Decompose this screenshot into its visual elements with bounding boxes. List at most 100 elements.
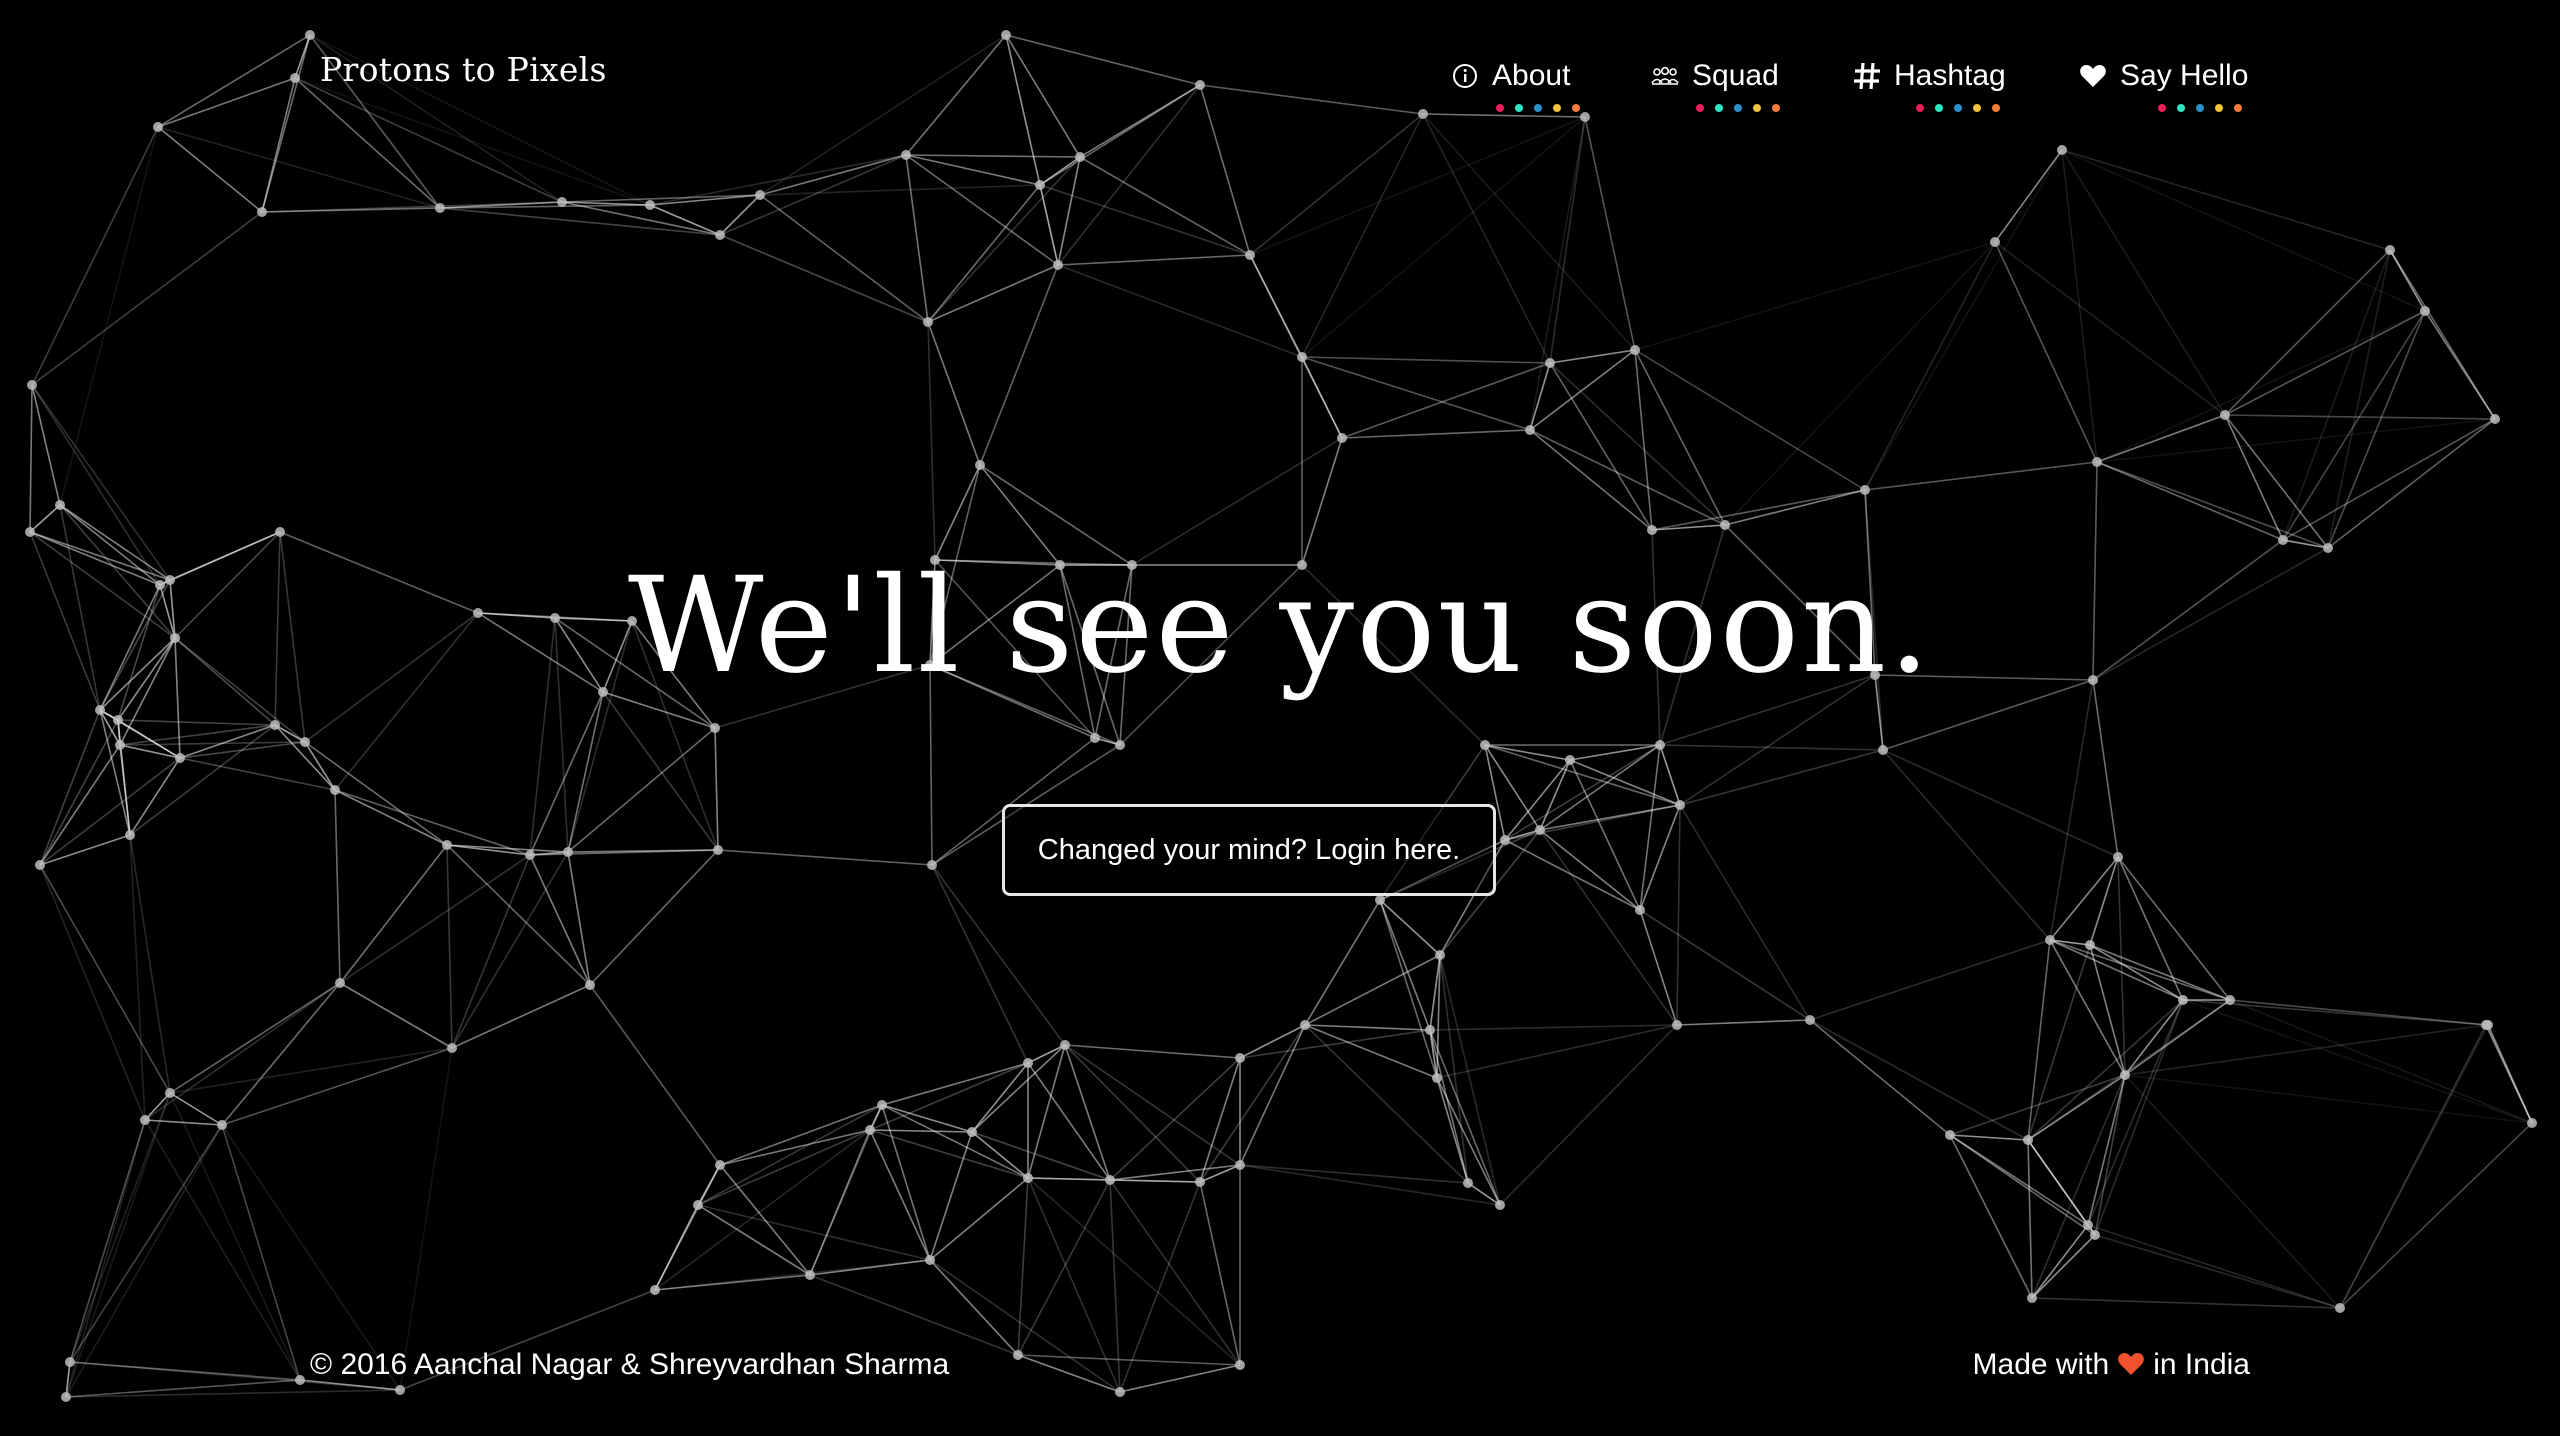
login-button[interactable]: Changed your mind? Login here. [1002,804,1496,896]
network-line [1882,749,2051,941]
network-line [1864,461,2098,491]
network-line [1549,349,1636,364]
network-line [65,1119,146,1398]
network-line [334,789,531,856]
network-line [2096,461,2329,549]
network-node [153,122,163,132]
nav-item-about[interactable]: About [1450,54,1580,124]
network-line [809,1274,1019,1356]
network-line [157,126,441,209]
network-line [869,1129,931,1261]
network-line [1679,804,1811,1021]
network-node [27,380,37,390]
network-line [881,1104,1029,1179]
network-line [2094,1234,2341,1309]
network-node [2323,543,2333,553]
network-line [2339,1122,2533,1309]
network-line [2027,939,2051,1141]
network-line [1249,116,1586,256]
network-node [61,1392,71,1402]
dot [1715,104,1723,112]
dot [2215,104,2223,112]
network-line [1949,1134,2029,1141]
dot [2234,104,2242,112]
network-line [399,1047,453,1391]
network-line [719,1164,811,1276]
network-node [305,30,315,40]
network-line [881,1062,1029,1106]
network-line [2027,944,2091,1141]
network-node [435,203,445,213]
brand-logo-text[interactable]: Protons to Pixels [320,50,607,89]
network-line [1429,1029,1469,1184]
network-line [2094,999,2184,1236]
network-line [1724,489,1866,526]
network-line [294,77,563,203]
network-line [927,321,981,466]
network-line [971,1062,1029,1133]
network-line [274,724,306,743]
nav-item-say-hello[interactable]: Say Hello [2078,54,2248,124]
network-node [217,1120,227,1130]
network-line [2327,310,2426,549]
network-line [1809,1019,1951,1136]
network-node [1235,1053,1245,1063]
nav-item-hashtag[interactable]: Hashtag [1852,54,2006,124]
network-line [1809,939,2051,1021]
network-line [1301,356,1551,364]
network-line [1499,1024,1678,1206]
network-line [1239,1164,1501,1206]
network-line [2027,1139,2089,1226]
network-line [261,34,311,213]
group-icon [1650,61,1680,91]
network-node [1013,1350,1023,1360]
network-line [1809,1019,2029,1141]
network-line [1676,804,1681,1026]
network-line [2124,999,2184,1076]
network-node [1565,755,1575,765]
nav-item-squad[interactable]: Squad [1650,54,1780,124]
network-line [339,844,448,984]
network-line [1199,84,1424,115]
network-node [35,860,45,870]
network-line [869,1062,1029,1131]
network-node [140,1115,150,1125]
network-line [144,1092,171,1121]
network-line [567,691,604,853]
network-line [1199,1024,1306,1183]
network-node [1245,250,1255,260]
network-line [169,982,341,1094]
network-line [2061,149,2098,463]
network-line [759,154,907,196]
dot [1935,104,1943,112]
dot [1572,104,1580,112]
network-line [334,789,341,984]
network-line [1549,116,1586,364]
network-line [1949,1134,2033,1299]
heart-icon [2078,61,2108,91]
network-node [585,980,595,990]
network-node [2385,245,2395,255]
network-line [2031,1234,2096,1299]
network-node [1535,825,1545,835]
network-line [304,741,336,791]
network-line [1439,954,1469,1184]
footer-made-with: Made with in India [1973,1348,2250,1382]
network-node [2120,1070,2130,1080]
network-line [1676,1019,1811,1026]
network-node [2481,1020,2491,1030]
heart-icon [2117,1351,2145,1379]
network-line [69,1092,171,1363]
network-line [759,194,929,323]
network-node [1672,1020,1682,1030]
network-node [300,737,310,747]
network-line [1249,113,1424,256]
network-line [2389,249,2496,420]
network-node [165,1088,175,1098]
network-node [1195,80,1205,90]
network-node [2490,414,2500,424]
network-line [979,264,1059,466]
network-line [221,1124,301,1381]
network-line [1301,437,1343,566]
network-line [31,384,171,581]
